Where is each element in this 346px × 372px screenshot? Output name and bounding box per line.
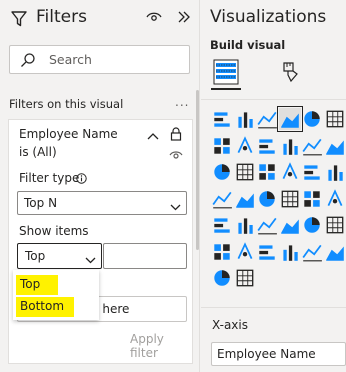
stacked-area-icon[interactable]	[234, 135, 256, 157]
chevron-down-icon	[85, 253, 96, 267]
map-icon[interactable]	[324, 161, 346, 183]
filters-on-visual-label: Filters on this visual	[9, 97, 124, 111]
divider	[201, 307, 346, 308]
filter-type-label: Filter type	[19, 171, 80, 185]
collapse-chevrons-icon[interactable]	[176, 9, 192, 28]
format-visual-icon[interactable]	[279, 60, 301, 87]
build-visual-icon[interactable]	[211, 57, 241, 87]
azure-map-icon[interactable]	[234, 188, 256, 210]
funnel-icon[interactable]	[211, 161, 233, 183]
show-items-label: Show items	[19, 224, 89, 238]
gauge-icon[interactable]	[256, 188, 278, 210]
x-axis-field[interactable]: Employee Name	[211, 342, 346, 366]
filled-map-icon[interactable]	[211, 188, 233, 210]
show-items-dropdown: Top Bottom	[13, 270, 99, 320]
apply-filter-button[interactable]: Apply filter	[130, 332, 192, 360]
paginated-icon[interactable]	[301, 241, 323, 263]
card-icon[interactable]	[279, 188, 301, 210]
matrix-icon[interactable]	[256, 214, 278, 236]
filters-title: Filters	[36, 7, 87, 27]
x-axis-field-name: Employee Name	[217, 347, 316, 361]
search-icon	[20, 52, 36, 71]
filter-field-name[interactable]: Employee Name	[19, 127, 118, 141]
waterfall-icon[interactable]	[324, 135, 346, 157]
r-visual-icon[interactable]	[279, 214, 301, 236]
slicer-icon[interactable]	[211, 214, 233, 236]
clustered-column-icon[interactable]	[276, 106, 303, 132]
filter-type-value: Top N	[24, 196, 58, 210]
donut-icon[interactable]	[279, 161, 301, 183]
visualizations-pane: Visualizations Build visual X-axis Emplo…	[201, 0, 346, 372]
filter-type-select[interactable]: Top N	[17, 191, 187, 215]
qa-icon[interactable]	[234, 241, 256, 263]
visualizations-title: Visualizations	[210, 7, 327, 27]
filter-card: Employee Name is (All) Filter type Top N…	[8, 119, 193, 364]
eye-icon[interactable]	[169, 149, 183, 163]
line-column-icon[interactable]	[256, 135, 278, 157]
lock-icon[interactable]	[170, 127, 182, 144]
divider	[201, 99, 346, 100]
key-influencers-icon[interactable]	[324, 214, 346, 236]
show-items-value: Top	[25, 249, 46, 263]
build-visual-selected-indicator	[211, 88, 241, 90]
search-input[interactable]: Search	[9, 45, 190, 74]
ribbon-icon[interactable]	[301, 135, 323, 157]
line-icon[interactable]	[324, 108, 346, 130]
x-axis-label: X-axis	[212, 318, 248, 332]
item-count-input[interactable]	[103, 243, 187, 269]
narrative-icon[interactable]	[256, 241, 278, 263]
area-icon[interactable]	[211, 135, 233, 157]
filters-pane: Filters Search Filters on this visual ..…	[0, 0, 200, 372]
kpi-icon[interactable]	[324, 188, 346, 210]
python-icon[interactable]	[301, 214, 323, 236]
goals-icon[interactable]	[279, 241, 301, 263]
build-visual-label: Build visual	[210, 38, 286, 52]
stacked-bar-100-icon[interactable]	[301, 108, 323, 130]
chevron-up-icon[interactable]	[147, 129, 159, 143]
table-icon[interactable]	[234, 214, 256, 236]
multirow-card-icon[interactable]	[301, 188, 323, 210]
pie-icon[interactable]	[256, 161, 278, 183]
dropdown-option-top[interactable]: Top	[16, 275, 58, 295]
search-placeholder: Search	[49, 52, 92, 67]
more-visuals-icon[interactable]	[234, 267, 256, 289]
filters-header: Filters	[0, 0, 200, 36]
line-clustered-icon[interactable]	[279, 135, 301, 157]
show-items-select[interactable]: Top	[17, 243, 102, 269]
stacked-bar-icon[interactable]	[211, 108, 233, 130]
decomposition-tree-icon[interactable]	[211, 241, 233, 263]
scatter-icon[interactable]	[234, 161, 256, 183]
filters-scrollbar[interactable]	[196, 90, 199, 250]
chevron-down-icon	[170, 200, 181, 214]
filter-state: is (All)	[19, 145, 57, 159]
clustered-bar-icon[interactable]	[256, 108, 278, 130]
power-apps-icon[interactable]	[324, 241, 346, 263]
dropdown-option-bottom[interactable]: Bottom	[16, 297, 74, 317]
info-icon[interactable]	[76, 173, 87, 187]
eye-icon[interactable]	[146, 11, 162, 26]
treemap-icon[interactable]	[301, 161, 323, 183]
stacked-column-icon[interactable]	[234, 108, 256, 130]
power-automate-icon[interactable]	[211, 267, 233, 289]
filter-funnel-icon	[10, 10, 28, 31]
more-options-button[interactable]: ...	[175, 95, 189, 109]
